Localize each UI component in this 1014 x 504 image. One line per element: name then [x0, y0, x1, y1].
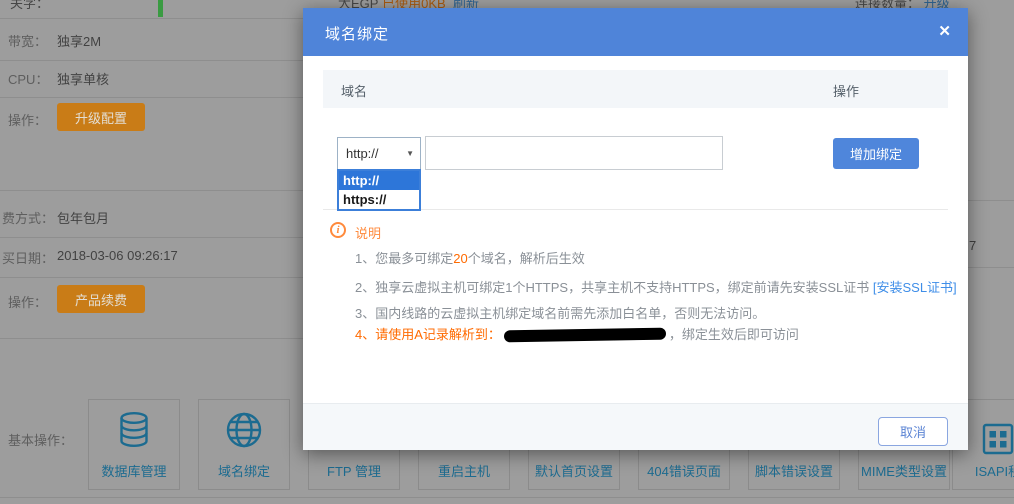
bandwidth-value: 独享2M — [57, 31, 101, 50]
domain-input[interactable] — [425, 136, 723, 170]
info-icon: i — [330, 222, 346, 238]
card-label: 默认首页设置 — [517, 461, 631, 480]
card-label: 数据库管理 — [77, 461, 191, 480]
cpu-value: 独享单核 — [57, 69, 109, 88]
divider — [0, 497, 1014, 498]
card-label: FTP 管理 — [297, 461, 411, 480]
option-https[interactable]: https:// — [339, 190, 419, 209]
divider — [0, 97, 303, 98]
note-line-1: 1、您最多可绑定20个域名，解析后生效 — [355, 248, 585, 267]
right-panel-fragment: 7 — [969, 238, 976, 253]
card-label: 域名绑定 — [187, 461, 301, 480]
green-indicator-bar — [158, 0, 163, 17]
divider — [0, 338, 303, 339]
divider — [0, 18, 303, 19]
dialog-header: 域名绑定 ✕ — [303, 8, 968, 56]
operation-label: 操作： — [8, 110, 47, 129]
note-line-4: 4、请使用A记录解析到： ，绑定生效后即可访问 — [355, 324, 799, 343]
card-label: ISAPI程 — [941, 461, 1014, 480]
purchase-date-label: 买日期： — [2, 248, 54, 267]
card-domain-binding[interactable]: 域名绑定 — [198, 399, 290, 490]
close-icon[interactable]: ✕ — [938, 22, 951, 40]
note-line-2: 2、独享云虚拟主机可绑定1个HTTPS，共享主机不支持HTTPS，绑定前请先安装… — [355, 277, 957, 296]
divider — [0, 237, 303, 238]
divider — [0, 190, 303, 191]
protocol-dropdown-list: http:// https:// — [337, 169, 421, 211]
billing-label: 费方式： — [2, 208, 54, 227]
divider — [0, 60, 303, 61]
install-ssl-link[interactable]: [安装SSL证书] — [873, 280, 957, 295]
note-line-3: 3、国内线路的云虚拟主机绑定域名前需先添加白名单，否则无法访问。 — [355, 303, 765, 322]
grid-icon — [980, 422, 1014, 456]
column-header-domain: 域名 — [341, 81, 367, 100]
renew-product-button[interactable]: 产品续费 — [57, 285, 145, 313]
card-database-manage[interactable]: 数据库管理 — [88, 399, 180, 490]
card-label: 重启主机 — [407, 461, 521, 480]
note-text: ，绑定生效后即可访问 — [669, 327, 799, 342]
divider — [960, 267, 1014, 268]
chevron-down-icon: ▼ — [406, 149, 414, 158]
bandwidth-label: 带宽： — [8, 31, 47, 50]
note-highlight: 4、请使用A记录解析到： — [355, 327, 501, 342]
option-http[interactable]: http:// — [339, 171, 419, 190]
divider — [0, 277, 303, 278]
card-label: 脚本错误设置 — [737, 461, 851, 480]
top-left-fragment: 关字： — [10, 0, 49, 12]
protocol-select[interactable]: http:// ▼ — [337, 137, 421, 170]
billing-value: 包年包月 — [57, 208, 109, 227]
column-header-action: 操作 — [833, 81, 859, 100]
note-text: 3、国内线路的云虚拟主机绑定域名前需先添加白名单，否则无法访问。 — [355, 306, 765, 321]
upgrade-config-button[interactable]: 升级配置 — [57, 103, 145, 131]
dialog-title: 域名绑定 — [325, 23, 389, 44]
note-text: 2、独享云虚拟主机可绑定1个HTTPS，共享主机不支持HTTPS，绑定前请先安装… — [355, 280, 873, 295]
note-text: 个域名，解析后生效 — [468, 251, 585, 266]
note-text: 1、您最多可绑定 — [355, 251, 453, 266]
divider — [960, 200, 1014, 201]
operation-label: 操作： — [8, 292, 47, 311]
globe-icon — [225, 411, 263, 449]
domain-binding-dialog: 域名绑定 ✕ 域名 操作 http:// ▼ 增加绑定 http:// http… — [303, 8, 968, 450]
add-binding-button[interactable]: 增加绑定 — [833, 138, 919, 169]
basic-operations-label: 基本操作： — [8, 430, 73, 449]
cpu-label: CPU： — [8, 69, 48, 88]
dialog-footer: 取消 — [303, 403, 968, 450]
screen: 关字： 大EGP 已使用0KB 刷新 连接数量： 升级 带宽： 独享2M CPU… — [0, 0, 1014, 504]
notes-heading: 说明 — [355, 223, 381, 242]
note-highlight: 20 — [453, 251, 467, 266]
redacted-ip-blob — [504, 328, 666, 343]
protocol-selected-value: http:// — [346, 146, 379, 161]
purchase-date-value: 2018-03-06 09:26:17 — [57, 248, 178, 263]
cancel-button[interactable]: 取消 — [878, 417, 948, 446]
database-icon — [118, 411, 150, 449]
table-header-row: 域名 操作 — [323, 70, 948, 108]
card-label: 404错误页面 — [627, 461, 741, 480]
